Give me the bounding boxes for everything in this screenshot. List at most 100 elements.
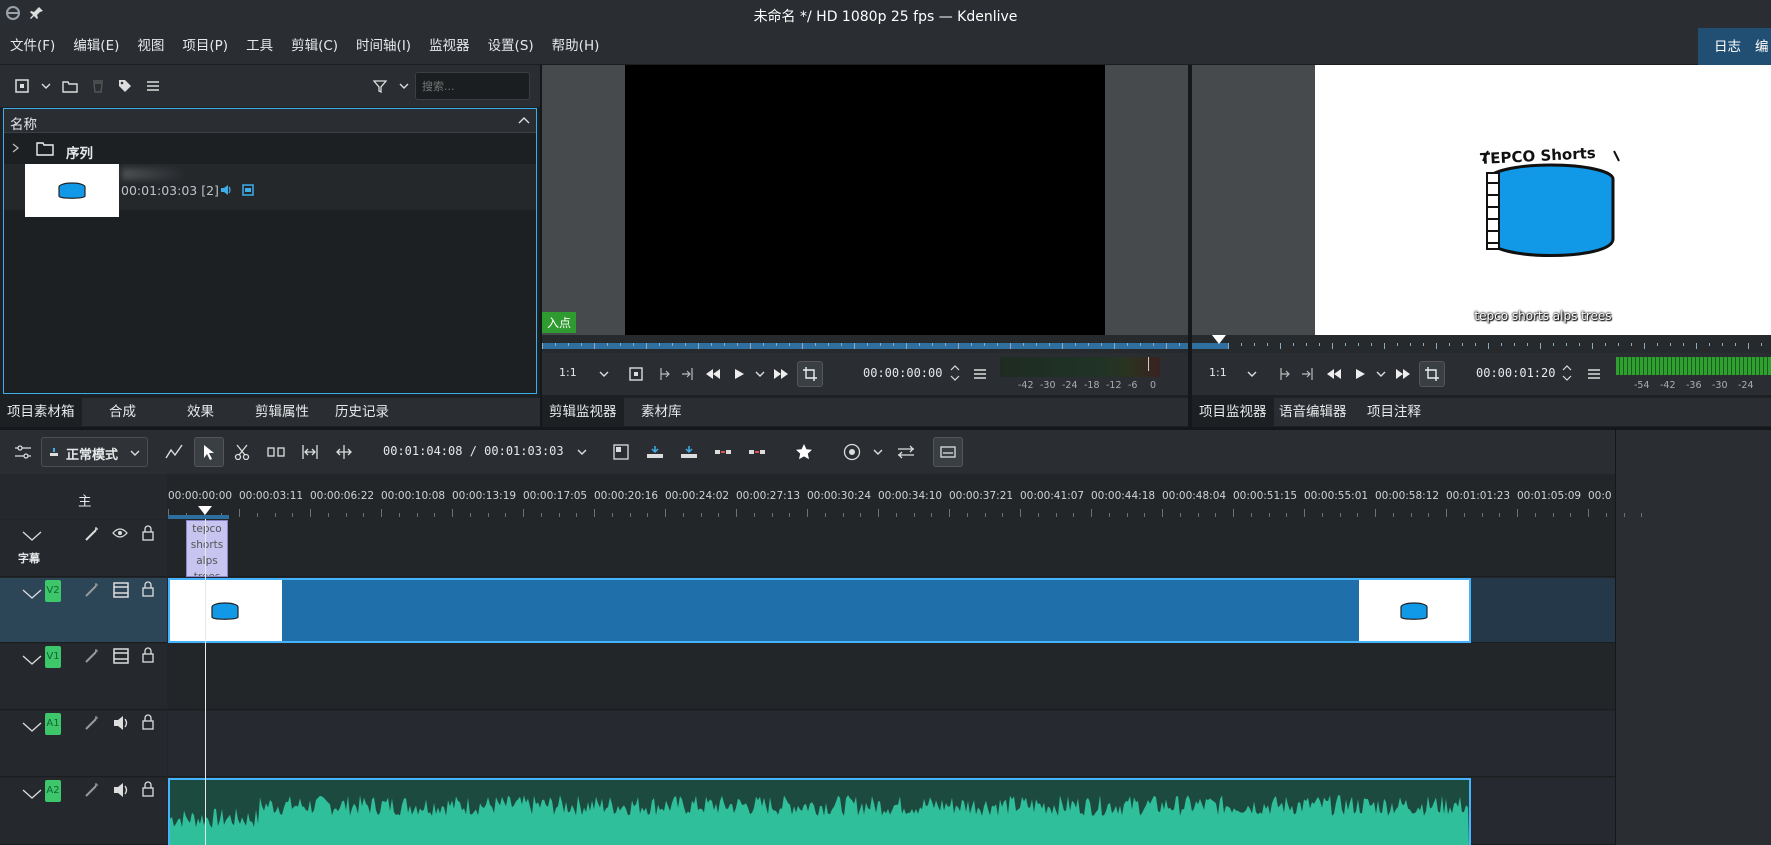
set-in-point-icon[interactable] — [652, 362, 676, 386]
rewind-icon[interactable] — [1322, 362, 1346, 386]
sequence-folder-label[interactable]: 序列 — [66, 142, 93, 162]
clip-timecode[interactable]: 00:00:00:00 — [863, 366, 942, 380]
multitrack-icon[interactable] — [162, 440, 186, 464]
track-lane-v1[interactable] — [168, 644, 1615, 710]
set-out-point-icon[interactable] — [676, 362, 700, 386]
spacer-tool-icon[interactable] — [264, 440, 288, 464]
menu-item[interactable]: 项目(P) — [173, 28, 237, 64]
lock-icon[interactable] — [141, 581, 155, 597]
tab-speech-editor[interactable]: 语音编辑器 — [1272, 398, 1354, 426]
timeline-playhead-icon[interactable] — [198, 506, 212, 515]
zone-bar[interactable] — [168, 515, 229, 519]
position-chevron-icon[interactable] — [570, 440, 594, 464]
timeline-position[interactable]: 00:01:04:08 / 00:01:03:03 — [383, 444, 564, 458]
play-chevron-icon[interactable] — [1369, 362, 1393, 386]
mixer-icon[interactable] — [894, 440, 918, 464]
track-lane-a1[interactable] — [168, 711, 1615, 777]
project-timecode[interactable]: 00:00:01:20 — [1476, 366, 1555, 380]
timeline-settings-icon[interactable] — [11, 440, 35, 464]
delete-icon[interactable] — [86, 74, 110, 98]
timeline-playhead-line[interactable] — [205, 519, 206, 845]
menu-item[interactable]: 剪辑(C) — [282, 28, 347, 64]
edit-mode-select[interactable]: 正常模式 — [41, 437, 148, 467]
menu-item[interactable]: 编辑(E) — [64, 28, 128, 64]
effect-wand-icon[interactable] — [84, 582, 100, 598]
collapse-chevron-icon[interactable] — [22, 530, 42, 542]
favorite-star-icon[interactable] — [792, 440, 816, 464]
menu-item[interactable]: 视图 — [128, 28, 173, 64]
tag-icon[interactable] — [113, 74, 137, 98]
effect-wand-icon[interactable] — [84, 648, 100, 664]
zoom-chevron-icon[interactable] — [592, 362, 616, 386]
timeline-ruler[interactable]: 00:00:00:00 00:00:03:11 00:00:06:22 00:00:1… — [168, 487, 1643, 519]
collapse-chevron-icon[interactable] — [22, 721, 42, 733]
selection-tool-icon[interactable] — [194, 437, 224, 467]
name-column-header[interactable]: 名称 — [10, 113, 37, 133]
zoom-chevron-icon[interactable] — [1240, 362, 1264, 386]
menu-item[interactable]: 设置(S) — [479, 28, 543, 64]
expand-arrow-icon[interactable] — [12, 143, 20, 153]
crop-icon[interactable] — [797, 361, 823, 387]
effect-wand-icon[interactable] — [84, 715, 100, 731]
collapse-chevron-icon[interactable] — [22, 588, 42, 600]
project-monitor-ruler[interactable] — [1192, 335, 1771, 353]
insert-clip-icon[interactable] — [643, 440, 667, 464]
rewind-icon[interactable] — [701, 362, 725, 386]
lock-icon[interactable] — [141, 525, 155, 541]
monitor-menu-icon[interactable] — [1582, 362, 1606, 386]
video-track-icon[interactable] — [113, 582, 129, 598]
lift-icon[interactable] — [711, 440, 735, 464]
bin-clip-row[interactable]: 00:01:03:03 [2] — [4, 164, 536, 217]
timecode-spin-icon[interactable] — [1562, 363, 1572, 383]
lock-icon[interactable] — [141, 647, 155, 663]
overwrite-clip-icon[interactable] — [677, 440, 701, 464]
collapse-chevron-icon[interactable] — [22, 654, 42, 666]
tab-clip-monitor[interactable]: 剪辑监视器 — [542, 398, 624, 426]
forward-icon[interactable] — [1391, 362, 1415, 386]
record-chevron-icon[interactable] — [866, 440, 890, 464]
crop-icon[interactable] — [1419, 361, 1445, 387]
menu-item[interactable]: 文件(F) — [1, 28, 64, 64]
menu-item[interactable]: 监视器 — [420, 28, 479, 64]
lock-icon[interactable] — [141, 781, 155, 797]
edit-layout-button[interactable]: 编辑 — [1743, 32, 1771, 85]
master-label[interactable]: 主 — [78, 490, 92, 510]
eye-icon[interactable] — [112, 527, 128, 539]
video-track-icon[interactable] — [113, 648, 129, 664]
effect-wand-icon[interactable] — [84, 782, 100, 798]
monitor-menu-icon[interactable] — [968, 362, 992, 386]
tab-effects[interactable]: 效果 — [180, 398, 221, 426]
bin-search-input[interactable] — [415, 72, 530, 100]
filter-icon[interactable] — [368, 74, 392, 98]
track-name-badge[interactable]: A1 — [45, 713, 61, 735]
track-name-badge[interactable]: A2 — [45, 780, 61, 802]
timecode-spin-icon[interactable] — [950, 363, 960, 383]
audio-clip[interactable] — [168, 778, 1471, 845]
menu-item[interactable]: 工具 — [237, 28, 282, 64]
tab-clip-properties[interactable]: 剪辑属性 — [248, 398, 316, 426]
video-clip[interactable] — [168, 578, 1471, 643]
tab-history[interactable]: 历史记录 — [328, 398, 396, 426]
effect-wand-icon[interactable] — [84, 526, 100, 542]
collapse-up-icon[interactable] — [518, 116, 530, 124]
track-name-badge[interactable]: V1 — [45, 646, 61, 668]
add-folder-icon[interactable] — [58, 74, 82, 98]
track-lane-a2[interactable] — [168, 778, 1615, 845]
clip-monitor-ruler[interactable] — [542, 335, 1188, 353]
clip-zoom-select[interactable]: 1:1 — [559, 366, 577, 379]
tab-project-monitor[interactable]: 项目监视器 — [1192, 398, 1274, 426]
razor-tool-icon[interactable] — [230, 440, 254, 464]
project-zoom-select[interactable]: 1:1 — [1209, 366, 1227, 379]
playhead-marker-icon[interactable] — [1212, 335, 1226, 344]
ripple-tool-icon[interactable] — [298, 440, 322, 464]
add-marker-icon[interactable] — [624, 362, 648, 386]
record-icon[interactable] — [840, 440, 864, 464]
tab-library[interactable]: 素材库 — [634, 398, 689, 426]
set-out-point-icon[interactable] — [1296, 362, 1320, 386]
menu-item[interactable]: 帮助(H) — [543, 28, 609, 64]
tab-project-notes[interactable]: 项目注释 — [1360, 398, 1428, 426]
speaker-icon[interactable] — [113, 782, 129, 798]
subtitle-track-lane[interactable]: tepco shorts alps trees — [168, 520, 1615, 577]
clip-monitor-view[interactable]: 入点 — [542, 65, 1188, 335]
lock-icon[interactable] — [141, 714, 155, 730]
